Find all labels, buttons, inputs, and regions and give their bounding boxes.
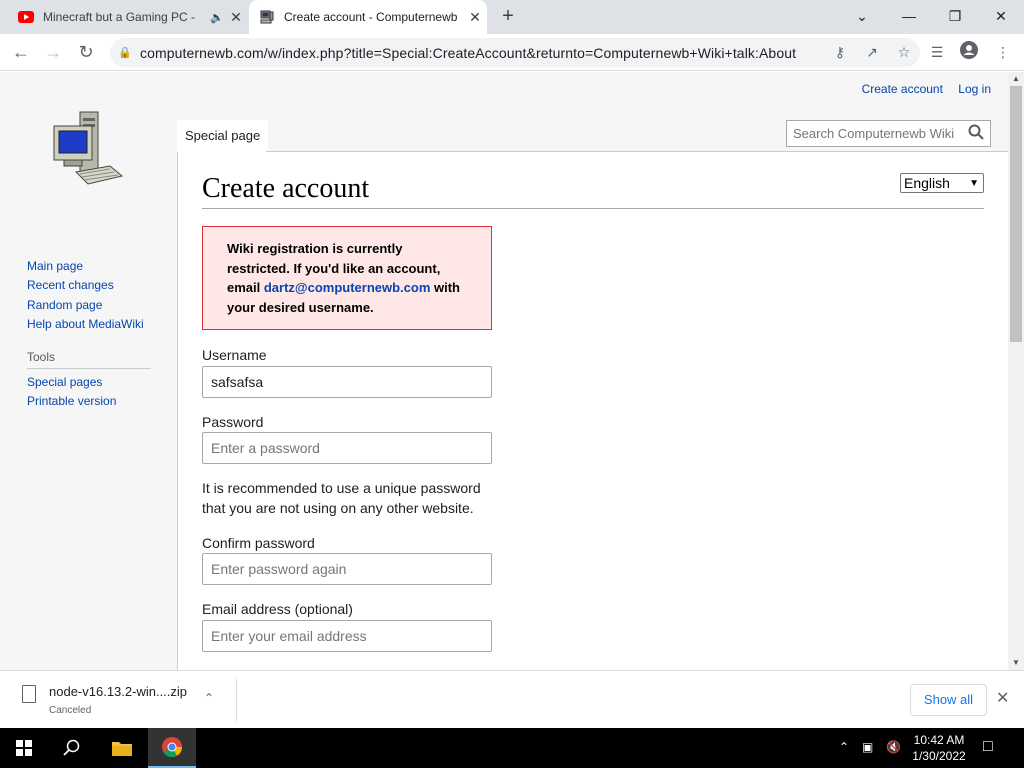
lock-icon[interactable]: 🔒 xyxy=(110,46,140,59)
reload-icon[interactable]: ↻ xyxy=(73,40,99,64)
confirm-password-label: Confirm password xyxy=(202,535,315,551)
close-window-button[interactable]: ✕ xyxy=(987,4,1015,28)
sidebar-item-recent-changes[interactable]: Recent changes xyxy=(27,276,167,295)
search-input[interactable]: Search Computernewb Wiki xyxy=(787,126,962,141)
tab-youtube[interactable]: Minecraft but a Gaming PC - 🔈 ✕ xyxy=(8,0,248,34)
username-field[interactable]: safsafsa xyxy=(202,366,492,398)
wiki-logo-computer-icon[interactable] xyxy=(50,106,126,194)
speaker-icon[interactable]: 🔈 xyxy=(210,11,224,24)
reading-list-icon[interactable]: ☰ xyxy=(924,40,950,64)
computer-favicon-icon xyxy=(259,9,275,25)
sidebar: Main page Recent changes Random page Hel… xyxy=(27,257,167,412)
password-help-text: It is recommended to use a unique passwo… xyxy=(202,480,481,516)
scroll-up-arrow-icon[interactable]: ▲ xyxy=(1008,74,1024,83)
tray-chevron-up-icon[interactable]: ⌃ xyxy=(839,740,849,754)
chrome-icon[interactable] xyxy=(148,728,196,768)
email-label: Email address (optional) xyxy=(202,601,353,617)
clock-time: 10:42 AM xyxy=(913,733,965,747)
page-title: Create account xyxy=(202,173,370,204)
volume-muted-icon[interactable]: 🔇 xyxy=(886,740,901,754)
create-account-link[interactable]: Create account xyxy=(862,82,943,96)
tab-strip: Minecraft but a Gaming PC - 🔈 ✕ Create a… xyxy=(0,0,1024,34)
sidebar-item-special-pages[interactable]: Special pages xyxy=(27,373,167,392)
page-viewport: Create account Log in Special page Searc… xyxy=(0,72,1008,670)
language-select-value: English xyxy=(904,175,950,191)
share-icon[interactable]: ↗ xyxy=(856,44,888,61)
forward-arrow-icon[interactable]: → xyxy=(40,40,66,64)
search-icon[interactable] xyxy=(48,728,96,768)
profile-avatar-icon[interactable] xyxy=(956,40,982,64)
registration-notice: Wiki registration is currently restricte… xyxy=(202,226,492,330)
sidebar-item-main-page[interactable]: Main page xyxy=(27,257,167,276)
scroll-down-arrow-icon[interactable]: ▼ xyxy=(1008,658,1024,667)
back-arrow-icon[interactable]: ← xyxy=(8,40,34,64)
password-field[interactable]: Enter a password xyxy=(202,432,492,464)
key-icon[interactable]: ⚷ xyxy=(824,44,856,61)
clock[interactable]: 10:42 AM 1/30/2022 xyxy=(906,732,972,764)
tab-create-account[interactable]: Create account - Computernewb ✕ xyxy=(249,0,487,34)
page-scrollbar[interactable]: ▲ ▼ xyxy=(1008,72,1024,670)
tab-special-page[interactable]: Special page xyxy=(177,120,269,152)
youtube-icon xyxy=(18,9,34,25)
chevron-up-icon[interactable]: ⌃ xyxy=(204,691,214,705)
close-download-bar-icon[interactable]: ✕ xyxy=(996,688,1009,708)
windows-taskbar: ⌃ ▣ 🔇 10:42 AM 1/30/2022 □ xyxy=(0,728,1024,768)
sidebar-tools-heading: Tools xyxy=(27,350,151,370)
password-label: Password xyxy=(202,414,264,430)
network-icon[interactable]: ▣ xyxy=(862,740,873,754)
clock-date: 1/30/2022 xyxy=(912,749,966,763)
minimize-button[interactable]: — xyxy=(895,4,923,28)
scrollbar-thumb[interactable] xyxy=(1010,86,1022,342)
download-status: Canceled xyxy=(49,705,92,716)
download-bar: node-v16.13.2-win....zip Canceled ⌃ Show… xyxy=(0,670,1024,728)
search-icon[interactable] xyxy=(962,124,990,143)
tab-title: Create account - Computernewb xyxy=(284,10,458,24)
file-icon xyxy=(22,685,36,703)
log-in-link[interactable]: Log in xyxy=(958,82,991,96)
sidebar-item-random-page[interactable]: Random page xyxy=(27,296,167,315)
language-select[interactable]: English ▼ xyxy=(900,173,984,193)
personal-tools: Create account Log in xyxy=(850,82,991,96)
bookmark-star-icon[interactable]: ☆ xyxy=(888,44,920,61)
email-field[interactable]: Enter your email address xyxy=(202,620,492,652)
notice-email-link[interactable]: dartz@computernewb.com xyxy=(264,280,431,295)
main-content: Create account English ▼ Wiki registrati… xyxy=(177,152,1008,670)
sidebar-item-help[interactable]: Help about MediaWiki xyxy=(27,315,167,334)
restore-button[interactable]: ❐ xyxy=(941,4,969,28)
browser-toolbar: ← → ↻ 🔒 computernewb.com/w/index.php?tit… xyxy=(0,34,1024,71)
sidebar-item-printable-version[interactable]: Printable version xyxy=(27,392,167,411)
download-filename[interactable]: node-v16.13.2-win....zip xyxy=(49,684,187,699)
notification-icon[interactable]: □ xyxy=(983,738,993,756)
search-box[interactable]: Search Computernewb Wiki xyxy=(786,120,991,147)
windows-start-icon[interactable] xyxy=(0,728,48,768)
address-bar[interactable]: 🔒 computernewb.com/w/index.php?title=Spe… xyxy=(110,38,920,67)
show-all-button[interactable]: Show all xyxy=(910,684,987,716)
chevron-down-icon: ▼ xyxy=(969,177,979,189)
close-tab-icon[interactable]: ✕ xyxy=(463,9,487,26)
file-explorer-icon[interactable] xyxy=(98,728,146,768)
new-tab-button[interactable]: + xyxy=(496,6,520,28)
tab-search-chevron-icon[interactable]: ⌄ xyxy=(848,4,876,28)
confirm-password-field[interactable]: Enter password again xyxy=(202,553,492,585)
url-text[interactable]: computernewb.com/w/index.php?title=Speci… xyxy=(140,45,824,61)
username-label: Username xyxy=(202,347,267,363)
title-divider xyxy=(202,208,984,209)
download-divider xyxy=(236,679,237,721)
menu-kebab-icon[interactable]: ⋮ xyxy=(990,40,1016,64)
close-tab-icon[interactable]: ✕ xyxy=(224,9,248,26)
tab-title: Minecraft but a Gaming PC - xyxy=(43,10,196,24)
